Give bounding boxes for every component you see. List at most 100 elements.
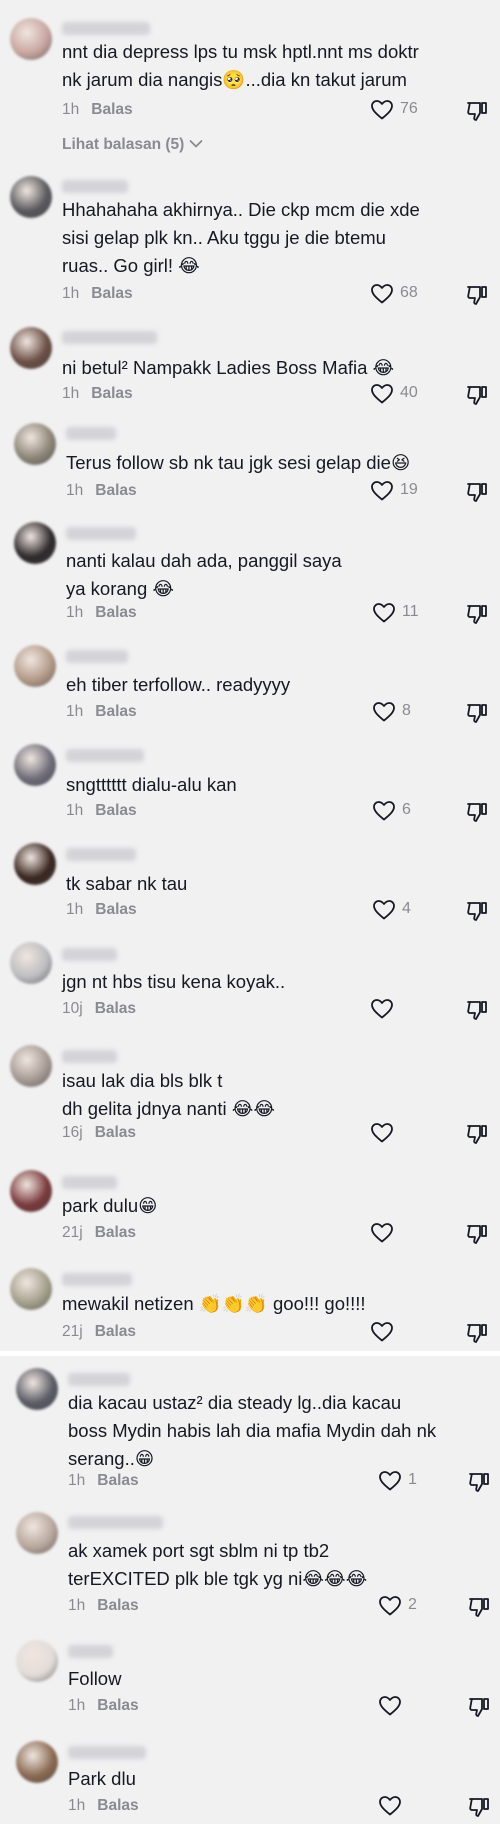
comment-text: Follow xyxy=(68,1668,122,1689)
avatar[interactable] xyxy=(16,1512,58,1554)
avatar[interactable] xyxy=(10,18,52,60)
dislike-button[interactable] xyxy=(467,1470,491,1494)
reply-button[interactable]: Balas xyxy=(91,285,132,302)
like-button[interactable]: 4 xyxy=(372,898,411,920)
comment-meta: 1h Balas xyxy=(62,285,133,303)
comment-text: isau lak dia bls blk t dh gelita jdnya n… xyxy=(62,1070,275,1119)
like-button[interactable]: 11 xyxy=(372,601,419,623)
username-blurred xyxy=(62,1273,132,1286)
username-blurred xyxy=(62,1050,117,1063)
reply-button[interactable]: Balas xyxy=(95,482,136,499)
dislike-button[interactable] xyxy=(465,1321,489,1345)
thumbs-down-icon xyxy=(467,1324,487,1343)
comment-meta: 1h Balas xyxy=(68,1472,139,1490)
like-button[interactable] xyxy=(370,1320,394,1342)
comment-text: Park dlu xyxy=(68,1768,136,1789)
like-button[interactable]: 6 xyxy=(372,799,411,821)
comment-meta: 16j Balas xyxy=(62,1124,136,1142)
comment-text: dia kacau ustaz² dia steady lg..dia kaca… xyxy=(68,1392,437,1469)
like-button[interactable]: 68 xyxy=(370,282,418,304)
avatar[interactable] xyxy=(10,942,52,984)
like-button[interactable]: 8 xyxy=(372,700,411,722)
reply-button[interactable]: Balas xyxy=(91,385,132,402)
avatar[interactable] xyxy=(10,1268,52,1310)
username-blurred xyxy=(62,22,150,35)
avatar[interactable] xyxy=(10,1170,52,1212)
comment-time: 1h xyxy=(68,1597,86,1614)
username-blurred xyxy=(62,331,157,344)
heart-icon xyxy=(379,1471,401,1491)
reply-button[interactable]: Balas xyxy=(95,901,136,918)
comment-meta: 10j Balas xyxy=(62,1000,136,1018)
avatar[interactable] xyxy=(16,1640,58,1682)
like-button[interactable] xyxy=(370,1121,394,1143)
thumbs-down-icon xyxy=(467,1001,487,1020)
dislike-button[interactable] xyxy=(465,899,489,923)
like-button[interactable]: 1 xyxy=(378,1469,417,1491)
reply-button[interactable]: Balas xyxy=(95,1224,136,1241)
dislike-button[interactable] xyxy=(465,602,489,626)
heart-icon xyxy=(371,1322,393,1342)
like-count: 4 xyxy=(402,900,411,917)
dislike-button[interactable] xyxy=(465,283,489,307)
dislike-button[interactable] xyxy=(467,1595,491,1619)
dislike-button[interactable] xyxy=(465,1222,489,1246)
reply-button[interactable]: Balas xyxy=(95,703,136,720)
like-button[interactable]: 40 xyxy=(370,382,418,404)
comment-text: park dulu😁 xyxy=(62,1195,158,1216)
dislike-button[interactable] xyxy=(465,480,489,504)
avatar[interactable] xyxy=(14,744,56,786)
thumbs-down-icon xyxy=(469,1473,489,1492)
like-button[interactable]: 19 xyxy=(370,479,418,501)
dislike-button[interactable] xyxy=(465,998,489,1022)
avatar[interactable] xyxy=(14,522,56,564)
comment-time: 1h xyxy=(66,802,84,819)
comment-text: nanti kalau dah ada, panggil saya ya kor… xyxy=(66,550,347,599)
comment-time: 10j xyxy=(62,1000,83,1017)
reply-button[interactable]: Balas xyxy=(95,604,136,621)
like-button[interactable]: 76 xyxy=(370,98,418,120)
avatar[interactable] xyxy=(14,423,56,465)
reply-button[interactable]: Balas xyxy=(95,1124,136,1141)
avatar[interactable] xyxy=(10,176,52,218)
avatar[interactable] xyxy=(14,843,56,885)
dislike-button[interactable] xyxy=(465,383,489,407)
like-button[interactable] xyxy=(370,997,394,1019)
heart-icon xyxy=(371,284,393,304)
reply-button[interactable]: Balas xyxy=(97,1797,138,1814)
dislike-button[interactable] xyxy=(467,1795,491,1819)
like-button[interactable] xyxy=(370,1221,394,1243)
username-blurred xyxy=(62,1176,117,1189)
like-button[interactable] xyxy=(378,1694,402,1716)
reply-button[interactable]: Balas xyxy=(91,101,132,118)
view-replies-button[interactable]: Lihat balasan (5) xyxy=(62,136,203,154)
avatar[interactable] xyxy=(16,1368,58,1410)
like-button[interactable]: 2 xyxy=(378,1594,417,1616)
dislike-button[interactable] xyxy=(467,1695,491,1719)
avatar[interactable] xyxy=(14,645,56,687)
reply-button[interactable]: Balas xyxy=(95,1323,136,1340)
reply-button[interactable]: Balas xyxy=(97,1697,138,1714)
dislike-button[interactable] xyxy=(465,99,489,123)
dislike-button[interactable] xyxy=(465,1122,489,1146)
like-count: 68 xyxy=(400,284,418,301)
reply-button[interactable]: Balas xyxy=(97,1472,138,1489)
comment-time: 1h xyxy=(66,482,84,499)
avatar[interactable] xyxy=(10,1045,52,1087)
thumbs-down-icon xyxy=(467,803,487,822)
reply-button[interactable]: Balas xyxy=(97,1597,138,1614)
comment-meta: 21j Balas xyxy=(62,1323,136,1341)
dislike-button[interactable] xyxy=(465,800,489,824)
dislike-button[interactable] xyxy=(465,701,489,725)
chevron-down-icon xyxy=(189,140,203,148)
reply-button[interactable]: Balas xyxy=(95,1000,136,1017)
thumbs-down-icon xyxy=(467,704,487,723)
avatar[interactable] xyxy=(10,327,52,369)
reply-button[interactable]: Balas xyxy=(95,802,136,819)
username-blurred xyxy=(66,749,144,762)
like-button[interactable] xyxy=(378,1794,402,1816)
username-blurred xyxy=(62,180,128,193)
avatar[interactable] xyxy=(16,1741,58,1783)
heart-icon xyxy=(373,603,395,623)
thumbs-down-icon xyxy=(469,1798,489,1817)
